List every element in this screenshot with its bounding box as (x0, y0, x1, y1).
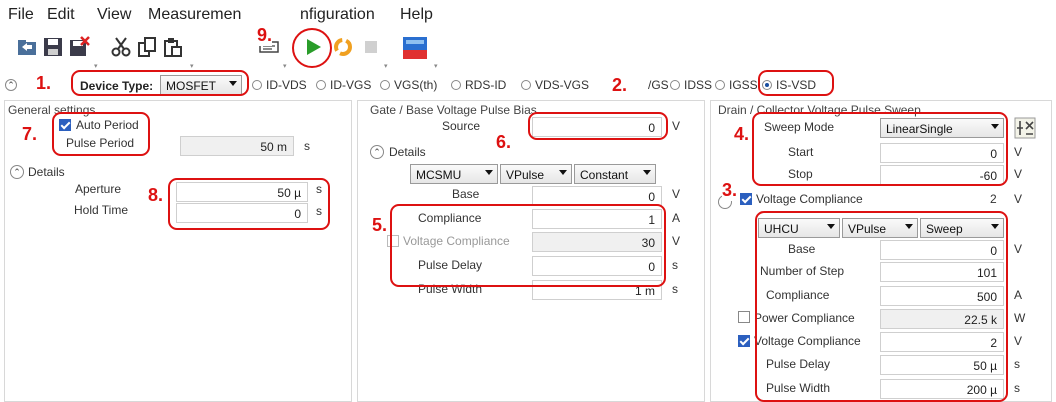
toolbar-overflow-icon[interactable]: ▾ (190, 62, 196, 70)
gate-smu-value: MCSMU (416, 168, 462, 182)
drain-base-unit: V (1014, 242, 1023, 256)
details-label: Details (28, 165, 65, 179)
cut-icon[interactable] (110, 36, 132, 58)
gate-mode-value: Constant (580, 168, 629, 182)
callout-number-4: 4. (734, 124, 750, 144)
start-unit: V (1014, 145, 1023, 159)
callout-box-8 (168, 178, 330, 230)
toolbar-overflow-icon[interactable]: ▾ (434, 62, 440, 70)
callout-number-9: 9. (257, 25, 273, 46)
gate-pulse-select[interactable]: VPulse (500, 164, 572, 184)
callout-box-3 (755, 211, 1008, 402)
drain-vcomp-unit: V (1014, 192, 1023, 206)
graph-icon[interactable] (402, 36, 428, 60)
drain-vcomp-label: Voltage Compliance (756, 192, 863, 206)
chevron-down-icon (485, 170, 493, 175)
gate-pulse-width-unit: s (672, 282, 678, 296)
radio-rds-id[interactable] (451, 80, 461, 90)
callout-box-7 (52, 112, 150, 156)
drain-vcomp-checkbox[interactable] (740, 193, 752, 205)
stop-icon[interactable] (360, 36, 382, 58)
power-comp-unit: W (1014, 311, 1026, 325)
gate-bias-title: Gate / Base Voltage Pulse Bias (370, 103, 537, 117)
source-unit: V (672, 119, 681, 133)
radio-id-vgs[interactable] (316, 80, 326, 90)
chevron-down-icon (559, 170, 567, 175)
radio-label-vgs-partial: /GS (648, 78, 669, 92)
radio-label-id-vgs: ID-VGS (330, 78, 372, 92)
toolbar-overflow-icon[interactable]: ▾ (384, 62, 390, 70)
gate-smu-select[interactable]: MCSMU (410, 164, 498, 184)
menu-view[interactable]: View (97, 6, 131, 24)
radio-igss[interactable] (715, 80, 725, 90)
radio-label-rds-id: RDS-ID (465, 78, 507, 92)
gate-details-expand-icon[interactable]: ⌃ (370, 145, 384, 159)
callout-number-6: 6. (496, 132, 512, 152)
gate-mode-select[interactable]: Constant (574, 164, 656, 184)
drain-vcomp2-checkbox[interactable] (738, 335, 750, 347)
gate-base-unit: V (672, 187, 681, 201)
stop-unit: V (1014, 167, 1023, 181)
gate-base-field[interactable]: 0 (532, 186, 662, 206)
pulse-period-field[interactable]: 50 m (180, 136, 294, 156)
paste-icon[interactable] (162, 36, 184, 58)
drain-vcomp-value: 2 (990, 192, 997, 206)
drain-pulse-width-unit: s (1014, 381, 1020, 395)
menu-bar: File Edit View Measuremen nfiguration He… (0, 0, 1056, 30)
callout-number-8: 8. (148, 185, 164, 205)
callout-box-6 (528, 112, 668, 140)
callout-number-1: 1. (36, 73, 52, 93)
open-icon[interactable] (16, 36, 38, 58)
radio-label-igss: IGSS (729, 78, 758, 92)
toolbar-overflow-icon[interactable]: ▾ (94, 62, 100, 70)
menu-configuration[interactable]: nfiguration (300, 6, 375, 24)
source-label: Source (442, 119, 481, 133)
drain-vcomp2-unit: V (1014, 334, 1023, 348)
table-add-icon[interactable] (1014, 117, 1036, 139)
radio-label-vgs-th: VGS(th) (394, 78, 438, 92)
menu-measurement[interactable]: Measuremen (148, 6, 241, 24)
details-expand-icon[interactable]: ⌃ (10, 165, 24, 179)
callout-box-4 (752, 112, 1008, 186)
export-icon[interactable] (68, 36, 90, 58)
radio-vgs-th[interactable] (380, 80, 390, 90)
gate-base-label: Base (452, 187, 480, 201)
radio-label-idss: IDSS (684, 78, 713, 92)
power-comp-checkbox[interactable] (738, 311, 750, 323)
chevron-down-icon (643, 170, 651, 175)
radio-label-vds-vgs: VDS-VGS (535, 78, 590, 92)
gate-vcomp-unit: V (672, 234, 681, 248)
menu-file[interactable]: File (8, 6, 34, 24)
aperture-label: Aperture (75, 182, 122, 196)
toolbar-overflow-icon[interactable]: ▾ (283, 62, 289, 70)
menu-help[interactable]: Help (400, 6, 433, 24)
pulse-period-unit: s (304, 139, 310, 153)
callout-number-3: 3. (722, 180, 738, 201)
toolbar (0, 30, 1056, 70)
radio-vds-vgs[interactable] (521, 80, 531, 90)
callout-number-5: 5. (372, 215, 388, 235)
callout-number-2: 2. (608, 75, 642, 96)
callout-number-7: 7. (22, 124, 38, 144)
gate-compliance-unit: A (672, 211, 681, 225)
radio-label-id-vds: ID-VDS (266, 78, 307, 92)
collapse-icon[interactable]: ⌃ (5, 79, 17, 91)
radio-idss[interactable] (670, 80, 680, 90)
callout-box-2 (758, 70, 834, 96)
gate-pulse-value: VPulse (506, 168, 545, 182)
gate-pulse-delay-unit: s (672, 258, 678, 272)
radio-id-vds[interactable] (252, 80, 262, 90)
drain-pulse-delay-unit: s (1014, 357, 1020, 371)
repeat-icon[interactable] (332, 36, 354, 58)
hold-time-label: Hold Time (74, 203, 129, 217)
menu-edit[interactable]: Edit (47, 6, 75, 24)
gate-details-label: Details (389, 145, 426, 159)
callout-box-5 (390, 204, 666, 287)
save-icon[interactable] (42, 36, 64, 58)
callout-box-1 (71, 70, 249, 96)
callout-circle-9 (292, 28, 332, 68)
drain-compliance-unit: A (1014, 288, 1023, 302)
copy-icon[interactable] (136, 36, 158, 58)
